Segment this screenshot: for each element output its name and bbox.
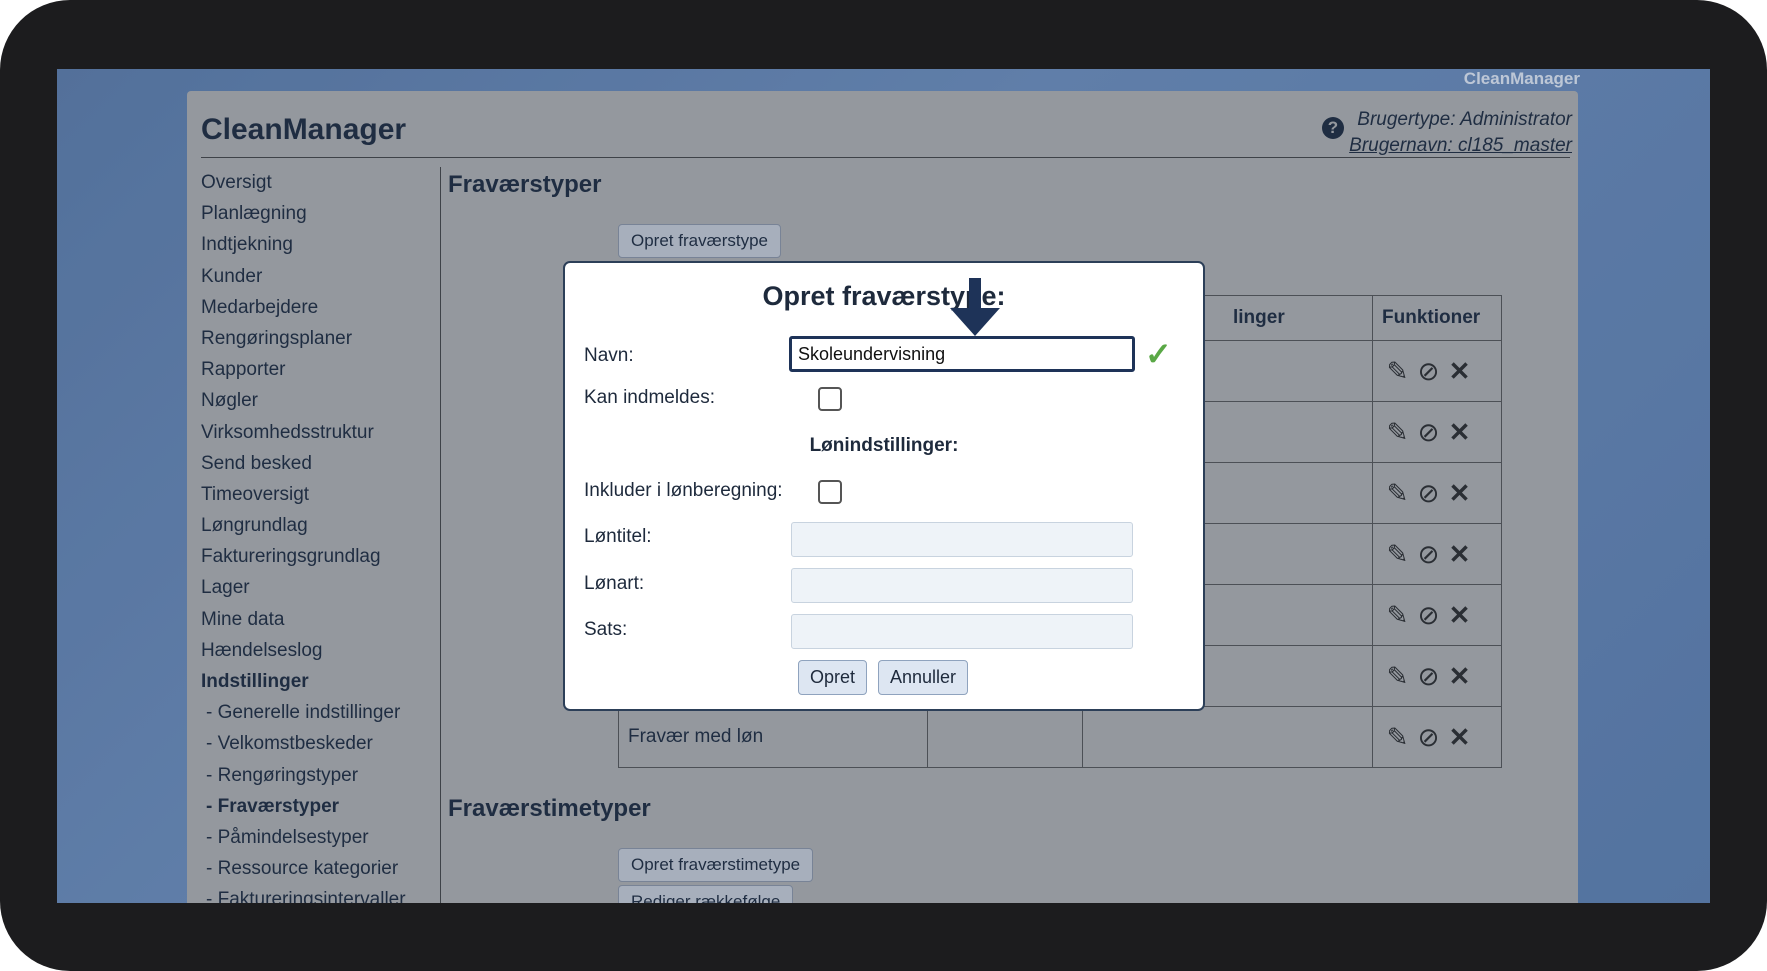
salary-type-label: Lønart: (584, 573, 645, 594)
dialog-title: Opret fraværstype: (762, 281, 1006, 311)
create-button[interactable]: Opret (798, 660, 868, 695)
name-input[interactable]: Skoleundervisning (789, 336, 1135, 372)
include-salary-checkbox[interactable] (818, 480, 842, 504)
salary-title-input[interactable] (791, 522, 1133, 557)
salary-settings-heading: Lønindstillinger: (809, 435, 959, 456)
include-salary-label: Inkluder i lønberegning: (584, 480, 783, 501)
cancel-button[interactable]: Annuller (878, 660, 969, 695)
can-report-label: Kan indmeldes: (584, 387, 715, 408)
checkmark-icon: ✓ (1145, 336, 1172, 372)
name-label: Navn: (584, 345, 634, 366)
device-frame: CleanManager CleanManager ? Brugertype: … (0, 0, 1767, 971)
rate-label: Sats: (584, 619, 628, 640)
can-report-checkbox[interactable] (818, 387, 842, 411)
create-absence-type-dialog: Opret fraværstype: Navn: Skoleundervisni… (563, 261, 1205, 711)
salary-type-input[interactable] (791, 568, 1133, 603)
arrow-down-icon (950, 278, 1000, 336)
salary-title-label: Løntitel: (584, 526, 652, 547)
rate-input[interactable] (791, 614, 1133, 649)
